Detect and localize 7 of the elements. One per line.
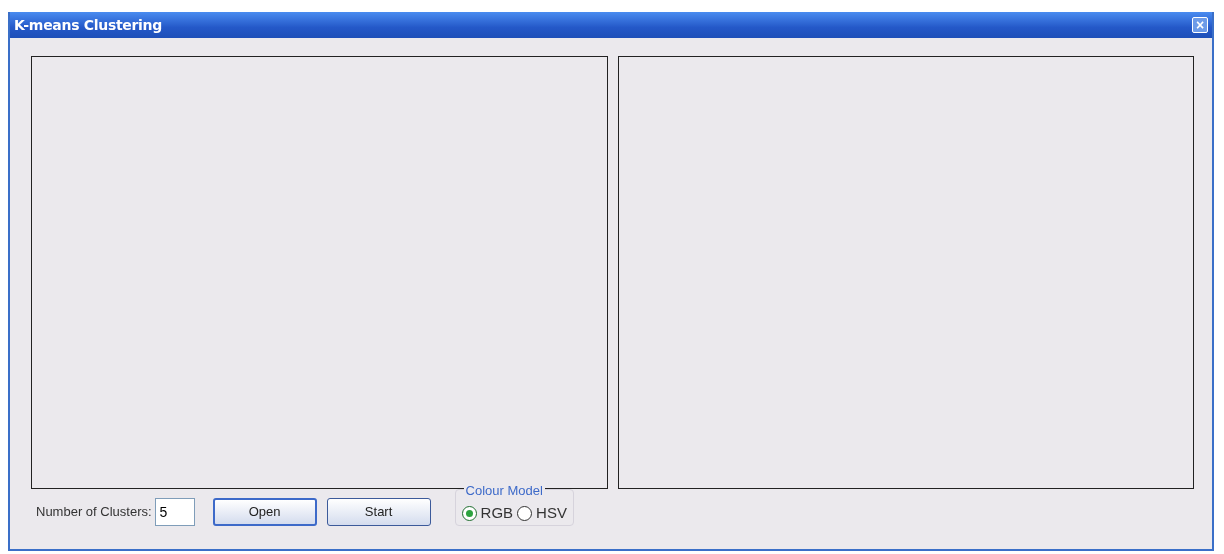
clusters-field[interactable]: 5 (154, 497, 195, 526)
action-button[interactable]: Open (212, 497, 317, 526)
clusters-label: Number of Clusters: (36, 502, 152, 521)
action-button[interactable]: Start (326, 497, 431, 526)
window-title: K-means Clustering (14, 15, 162, 35)
radio-option[interactable]: HSV (517, 501, 567, 525)
radio-option[interactable]: RGB (461, 501, 514, 525)
